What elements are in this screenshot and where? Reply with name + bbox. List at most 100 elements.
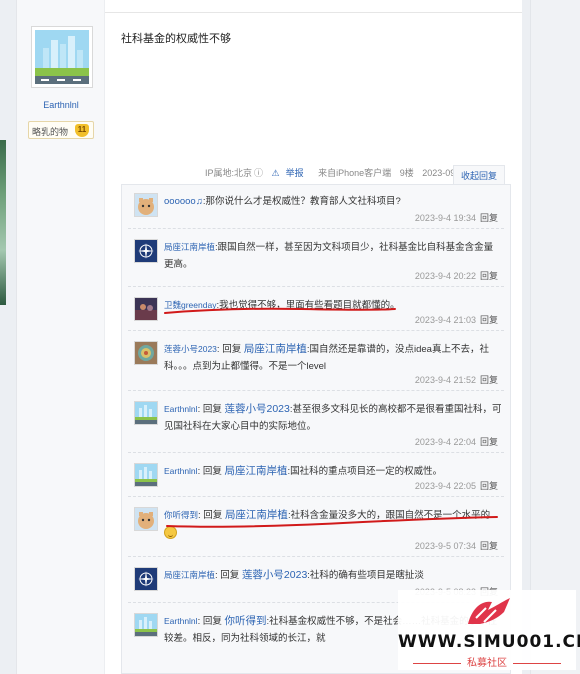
reply-sep: : 回复 [216,344,244,355]
reply-sep: : 回复 [198,510,225,521]
reply-content: :社科含金量没多大的，跟国自然不是一个水平的 [287,510,491,521]
reply-target[interactable]: 局座江南岸植 [244,343,307,355]
reply-avatar[interactable] [134,239,158,263]
reply-timestamp: 2023-9-4 22:05 [414,481,476,491]
reply-timestamp: 2023-9-4 21:03 [414,315,476,325]
watermark-sub: 私募社区 [398,654,576,669]
reply-button[interactable]: 回复 [480,271,498,281]
reply-sep: : 回复 [215,570,242,581]
reply-sep: : 回复 [197,466,225,477]
right-background [530,0,580,674]
help-icon: ⓘ [254,168,264,178]
city-avatar-icon [135,614,157,636]
forum-post: Earthnlnl 略乳的物 11 社科基金的权威性不够 IP属地:北京 ⓘ ⚠ 举… [16,0,522,674]
reply-avatar[interactable] [134,193,158,217]
reply-user[interactable]: 局座江南岸植 [164,570,215,580]
background-photo-edge [0,140,6,305]
reply-sep: : 回复 [197,404,225,415]
reply-timestamp: 2023-9-5 07:34 [414,541,476,551]
reply-button[interactable]: 回复 [480,375,498,385]
reply-avatar[interactable] [134,463,158,487]
reply-user[interactable]: 莲蓉小号2023 [164,344,217,354]
warning-icon: ⚠ [271,168,280,178]
author-badge: 略乳的物 11 [28,121,94,139]
site-watermark: WWW.SIMU001.CN 私募社区 [398,590,580,670]
reply-text: oooooo♫:那你说什么才是权威性？教育部人文社科项目? [164,193,502,210]
author-name[interactable]: Earthnlnl [17,100,105,110]
reply-user[interactable]: 卫魏greenday [164,300,216,310]
reply-user[interactable]: Earthnlnl [164,404,198,414]
reply-timestamp: 2023-9-4 21:52 [414,375,476,385]
reply-button[interactable]: 回复 [480,481,498,491]
reply-item: 莲蓉小号2023: 回复 局座江南岸植:国自然还是靠谱的，没点idea真上不去，… [128,333,504,391]
post-content: 社科基金的权威性不够 [121,33,231,45]
reply-item: 你听得到: 回复 局座江南岸植:社科含金量没多大的，跟国自然不是一个水平的 20… [128,499,504,557]
reply-text: 局座江南岸植: 回复 莲蓉小号2023:社科的确有些项目是瞎扯淡 [164,567,502,584]
reply-timestamp: 2023-9-4 19:34 [414,213,476,223]
watermark-site: WWW.SIMU001.CN [398,632,580,652]
reply-content: 我也觉得不够，里面有些看题目就都懂的。 [219,300,400,311]
reply-item: 局座江南岸植:跟国自然一样，甚至因为文科项目少，社科基金比自科基金含金量更高。 … [128,231,504,287]
reply-time: 2023-9-4 19:34 回复 [415,211,498,224]
author-avatar[interactable] [31,26,93,88]
city-avatar-icon [135,464,157,486]
reply-target[interactable]: 你听得到 [224,615,266,627]
city-avatar-icon [35,30,89,84]
reply-time: 2023-9-4 22:05 回复 [415,479,498,492]
reply-target[interactable]: 莲蓉小号2023 [242,569,307,581]
reply-text: Earthnlnl: 回复 局座江南岸植:国社科的重点项目还一定的权威性。 [164,463,502,480]
reply-target[interactable]: 局座江南岸植 [225,509,288,521]
reply-target[interactable]: 局座江南岸植 [224,465,287,477]
reply-avatar[interactable] [134,401,158,425]
reply-avatar[interactable] [134,613,158,637]
reply-button[interactable]: 回复 [480,315,498,325]
cat-avatar-icon [135,508,157,530]
reply-avatar[interactable] [134,297,158,321]
reply-user[interactable]: Earthnlnl [164,466,198,476]
reply-content: :社科的确有些项目是瞎扯淡 [307,570,424,581]
reply-button[interactable]: 回复 [480,541,498,551]
reply-time: 2023-9-4 21:52 回复 [415,373,498,386]
reply-time: 2023-9-5 07:34 回复 [415,539,498,552]
reply-timestamp: 2023-9-4 22:04 [414,437,476,447]
photo-avatar-icon [135,298,157,320]
reply-user[interactable]: Earthnlnl [164,616,198,626]
reply-user[interactable]: oooooo♫ [164,196,203,207]
floor-number: 9楼 [399,168,414,178]
simu-logo-icon [468,598,510,624]
reply-avatar[interactable] [134,341,158,365]
reply-content: 那你说什么才是权威性？教育部人文社科项目? [205,196,401,207]
reply-user[interactable]: 局座江南岸植 [164,242,215,252]
ip-location: IP属地:北京 [205,168,253,178]
reply-time: 2023-9-4 21:03 回复 [415,313,498,326]
badge-label: 略乳的物 [32,127,69,137]
nato-emblem-icon [135,240,157,262]
reply-text: 莲蓉小号2023: 回复 局座江南岸植:国自然还是靠谱的，没点idea真上不去，… [164,341,502,375]
smiley-emoji-icon [164,525,177,539]
author-sidebar: Earthnlnl 略乳的物 11 [17,0,105,674]
level-icon: 11 [75,124,89,137]
nato-emblem-icon [135,568,157,590]
reply-text: 局座江南岸植:跟国自然一样，甚至因为文科项目少，社科基金比自科基金含金量更高。 [164,239,502,273]
reply-item: Earthnlnl: 回复 莲蓉小号2023:甚至很多文科见长的高校都不是很看重… [128,393,504,453]
reply-timestamp: 2023-9-4 20:22 [414,271,476,281]
reply-item: oooooo♫:那你说什么才是权威性？教育部人文社科项目? 2023-9-4 1… [128,185,504,229]
reply-item: 卫魏greenday:我也觉得不够，里面有些看题目就都懂的。 2023-9-4 … [128,289,504,331]
reply-target[interactable]: 莲蓉小号2023 [224,403,289,415]
reply-text: 卫魏greenday:我也觉得不够，里面有些看题目就都懂的。 [164,297,502,314]
reply-text: Earthnlnl: 回复 莲蓉小号2023:甚至很多文科见长的高校都不是很看重… [164,401,502,435]
left-background [0,0,16,674]
reply-user[interactable]: 你听得到 [164,510,198,520]
reply-avatar[interactable] [134,567,158,591]
reply-button[interactable]: 回复 [480,437,498,447]
reply-time: 2023-9-4 22:04 回复 [415,435,498,448]
reply-time: 2023-9-4 20:22 回复 [415,269,498,282]
pattern-avatar-icon [135,342,157,364]
source-label[interactable]: 来自iPhone客户端 [318,168,391,178]
reply-avatar[interactable] [134,507,158,531]
fold-replies-button[interactable]: 收起回复 [453,165,505,185]
post-divider [105,12,522,13]
reply-button[interactable]: 回复 [480,213,498,223]
report-link[interactable]: ⚠ 举报 [272,168,310,178]
cat-avatar-icon [135,194,157,216]
